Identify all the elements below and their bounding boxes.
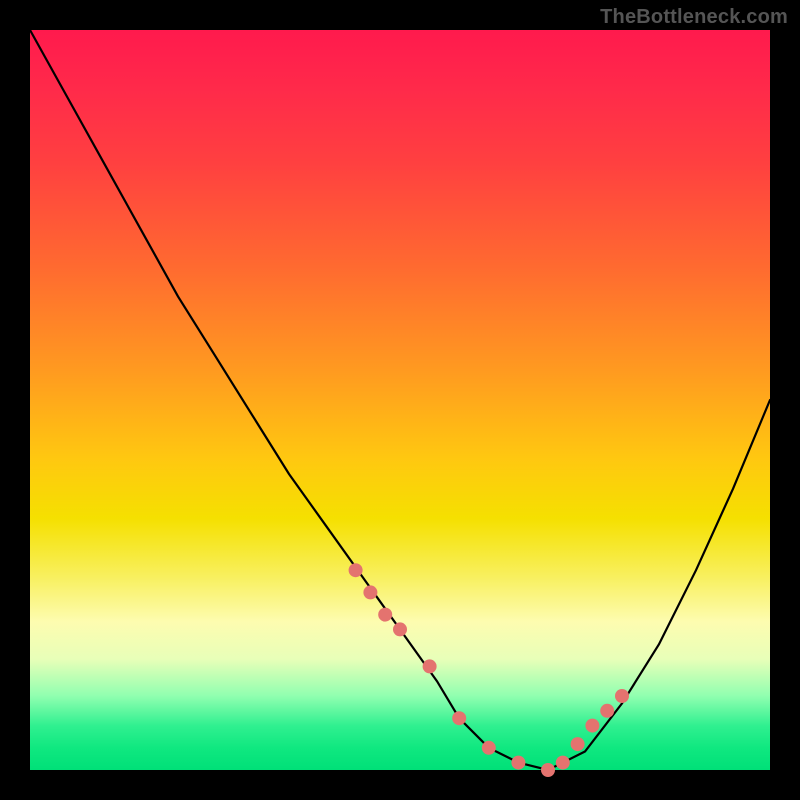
highlight-dot xyxy=(585,719,599,733)
highlight-dot xyxy=(423,659,437,673)
curve-svg xyxy=(30,30,770,770)
highlight-dot xyxy=(452,711,466,725)
highlight-dot xyxy=(393,622,407,636)
bottleneck-curve xyxy=(30,30,770,770)
highlight-dot xyxy=(349,563,363,577)
highlight-dot xyxy=(615,689,629,703)
highlight-dot xyxy=(571,737,585,751)
plot-area xyxy=(30,30,770,770)
highlight-dot xyxy=(511,756,525,770)
highlight-dots-group xyxy=(349,563,629,777)
highlight-dot xyxy=(541,763,555,777)
highlight-dot xyxy=(378,608,392,622)
highlight-dot xyxy=(600,704,614,718)
highlight-dot xyxy=(556,756,570,770)
highlight-dot xyxy=(363,585,377,599)
highlight-dot xyxy=(482,741,496,755)
chart-frame: TheBottleneck.com xyxy=(0,0,800,800)
watermark-text: TheBottleneck.com xyxy=(600,6,788,29)
